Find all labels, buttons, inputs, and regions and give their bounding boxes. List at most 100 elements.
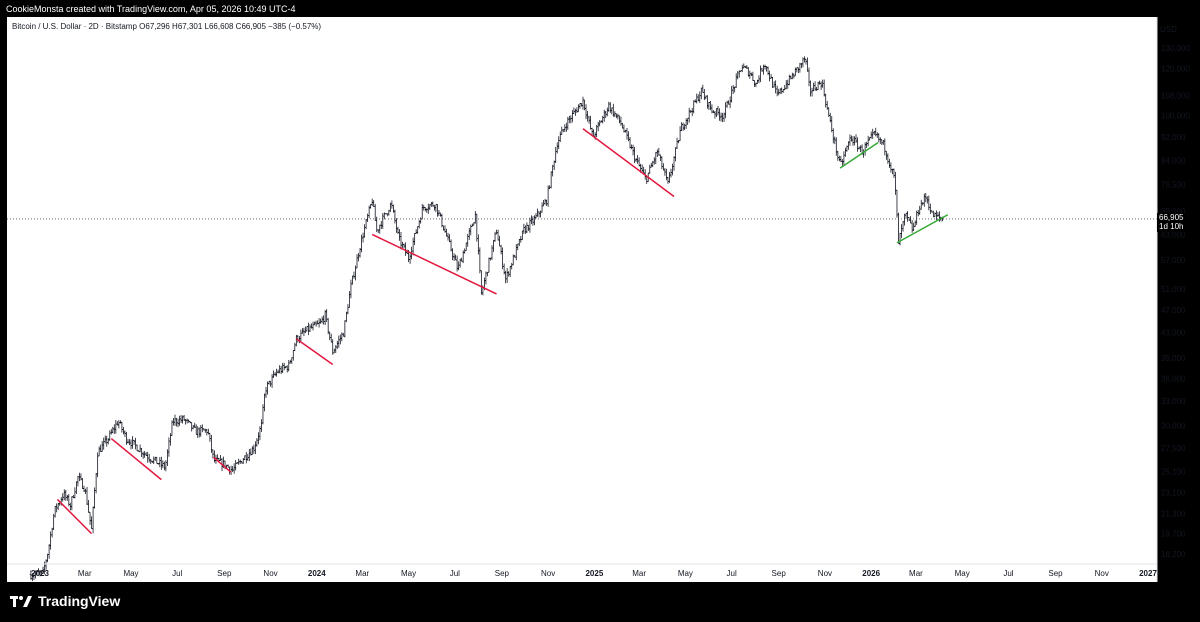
price-tick-label: 100,000 <box>1161 112 1190 121</box>
candle <box>100 440 104 452</box>
candle <box>609 102 612 113</box>
candle <box>401 241 404 249</box>
candle <box>179 415 183 423</box>
candle <box>791 72 794 80</box>
red-trendline[interactable] <box>295 338 334 366</box>
candle <box>105 435 108 447</box>
candle <box>378 224 381 234</box>
candle <box>725 100 729 108</box>
candle <box>844 147 847 157</box>
candle <box>282 362 286 371</box>
candle <box>687 107 691 123</box>
candle <box>830 115 833 133</box>
candle <box>99 444 102 453</box>
candle <box>783 84 786 91</box>
candle <box>46 553 49 563</box>
time-tick-label: Jul <box>727 569 737 578</box>
candle <box>163 461 166 471</box>
candle <box>110 428 113 435</box>
candle <box>493 231 497 242</box>
time-tick-label: Mar <box>632 569 646 578</box>
candle <box>496 229 500 241</box>
candle <box>381 213 384 229</box>
candle <box>630 144 633 150</box>
candle <box>131 436 134 449</box>
candle <box>239 459 242 465</box>
tradingview-logo[interactable]: TradingView <box>10 593 120 609</box>
candle <box>572 107 576 114</box>
candle <box>716 105 720 116</box>
time-tick-label: May <box>401 569 416 578</box>
candle <box>436 204 439 217</box>
candle <box>921 202 924 206</box>
candle <box>847 141 850 150</box>
candle <box>129 439 133 450</box>
candle <box>167 437 171 457</box>
candle <box>138 444 142 453</box>
candle <box>809 80 812 97</box>
candle <box>419 217 422 224</box>
candle <box>936 212 940 217</box>
candle <box>648 164 651 174</box>
candle <box>888 158 891 168</box>
time-tick-label: May <box>955 569 970 578</box>
candle <box>430 201 433 207</box>
candle <box>421 203 424 220</box>
candle <box>838 155 841 162</box>
candle <box>264 387 268 399</box>
candle <box>102 437 105 450</box>
candle <box>771 76 774 89</box>
candle <box>810 87 814 97</box>
candle <box>631 144 635 156</box>
candle <box>480 270 483 295</box>
time-tick-label: 2023 <box>31 569 49 578</box>
candle <box>178 415 181 426</box>
candle <box>232 463 236 474</box>
candle <box>411 237 415 256</box>
candle <box>260 419 263 433</box>
candle <box>856 137 859 152</box>
time-tick-label: Jul <box>450 569 460 578</box>
candle <box>505 268 509 283</box>
candle <box>794 67 797 77</box>
price-tick-label: 33,000 <box>1161 397 1186 406</box>
candle <box>445 228 448 237</box>
candle <box>198 427 201 438</box>
red-trendline[interactable] <box>56 498 93 535</box>
candle <box>879 137 882 145</box>
candle <box>678 126 682 142</box>
candle <box>52 513 55 530</box>
candle <box>322 315 325 325</box>
candle <box>478 247 482 274</box>
candle <box>807 67 811 87</box>
candle <box>255 438 259 447</box>
price-tick-label: 120,000 <box>1161 65 1190 74</box>
candle <box>47 544 51 559</box>
candle <box>654 151 658 165</box>
candle <box>927 195 931 211</box>
candle <box>498 235 501 247</box>
candle <box>242 458 245 464</box>
price-chart[interactable]: 18,200 19,700 21,300 23,100 25,100 27,500 30,0… <box>0 0 1200 622</box>
price-tick-label: 84,000 <box>1161 156 1186 165</box>
candle <box>290 357 293 364</box>
candle <box>64 489 67 501</box>
candle <box>361 232 365 243</box>
candle <box>692 100 695 114</box>
candle <box>633 146 636 164</box>
candle <box>518 239 521 247</box>
candle <box>653 157 656 165</box>
candle <box>684 118 688 129</box>
symbol-legend: Bitcoin / U.S. Dollar · 2D · Bitstamp O6… <box>12 22 321 31</box>
candle <box>333 348 336 354</box>
last-price-value: 66,905 <box>1159 213 1184 222</box>
candle <box>161 460 165 468</box>
candle <box>818 80 821 85</box>
candle <box>540 202 544 213</box>
candle <box>546 185 550 207</box>
candle <box>759 65 762 83</box>
price-tick-label: 27,500 <box>1161 444 1186 453</box>
red-trendline[interactable] <box>371 233 497 295</box>
price-axis: 18,200 19,700 21,300 23,100 25,100 27,500 30,0… <box>1161 44 1190 559</box>
candle <box>185 418 189 424</box>
